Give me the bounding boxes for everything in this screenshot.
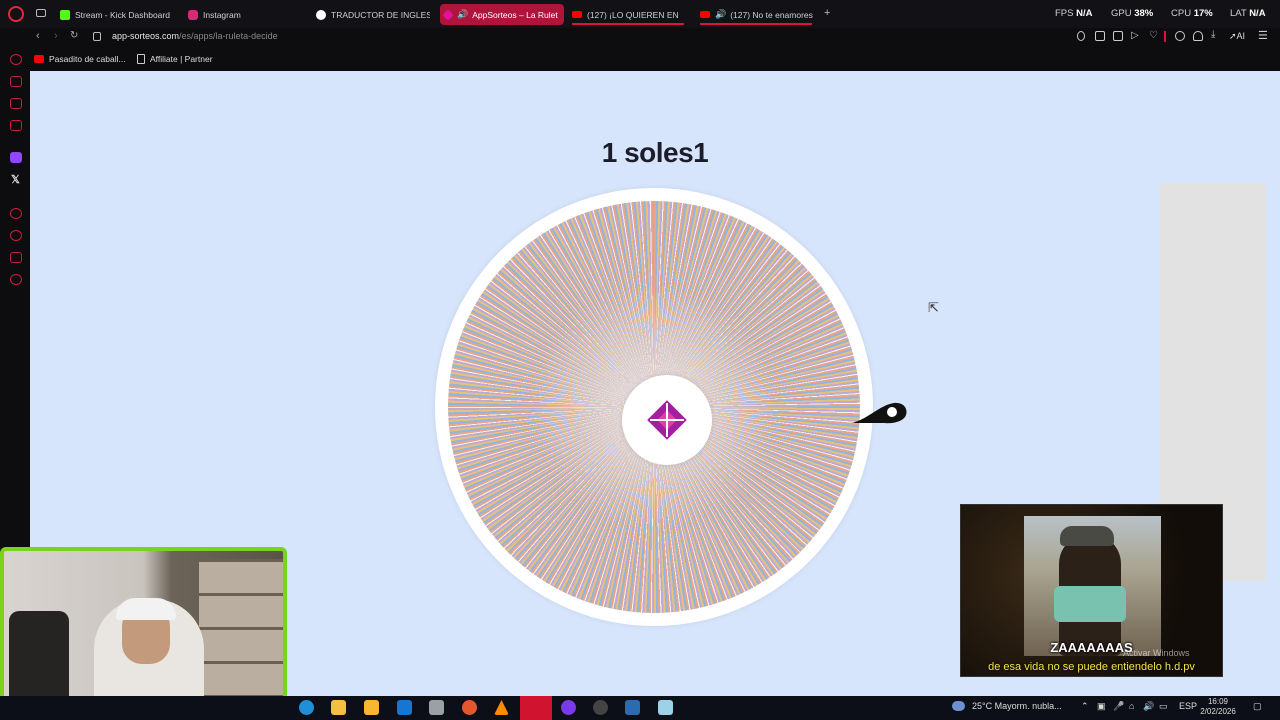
store-icon[interactable] — [364, 700, 379, 715]
volume-icon[interactable]: 🔊 — [1143, 701, 1154, 712]
menu-icon[interactable]: ☰ — [1258, 29, 1268, 42]
bookmark-item[interactable]: Affiliate | Partner — [137, 54, 213, 64]
home-icon[interactable] — [10, 54, 22, 65]
outlook-icon[interactable] — [397, 700, 412, 715]
tab-bar: Stream - Kick Dashboard Instagram TRADUC… — [0, 0, 1280, 28]
gpu-stat: GPU 38% — [1111, 8, 1154, 19]
heart-icon[interactable]: ♡ — [1149, 30, 1158, 41]
messenger-icon[interactable] — [10, 98, 22, 109]
cpu-stat: CPU 17% — [1171, 8, 1213, 19]
settings-icon[interactable] — [10, 274, 22, 285]
firefox-icon[interactable] — [462, 700, 477, 715]
discord-icon[interactable] — [561, 700, 576, 715]
obs-icon[interactable] — [593, 700, 608, 715]
workspaces-icon[interactable] — [36, 9, 46, 17]
taskbar-clock[interactable]: 16:09 2/02/2026 — [1196, 697, 1240, 717]
divider — [1164, 31, 1166, 42]
youtube-icon — [572, 11, 582, 18]
tab-translator[interactable]: TRADUCTOR DE INGLES A — [312, 4, 430, 25]
speaker-icon: 🔊 — [715, 9, 727, 19]
history-icon[interactable] — [10, 230, 22, 241]
player-icon[interactable] — [10, 208, 22, 219]
tab-instagram[interactable]: Instagram — [184, 4, 304, 25]
page-icon — [137, 54, 145, 64]
lock-icon — [93, 32, 101, 41]
microphone-icon[interactable]: 🎤 — [1113, 701, 1124, 712]
mouse-cursor-icon: ⇱ — [928, 300, 939, 315]
youtube-icon — [700, 11, 710, 18]
hat-figure — [1060, 526, 1114, 546]
tab-kick[interactable]: Stream - Kick Dashboard — [56, 4, 181, 25]
back-icon[interactable]: ‹ — [36, 30, 40, 42]
snapshot-icon[interactable] — [1095, 31, 1105, 41]
opera-menu-icon[interactable] — [8, 6, 24, 22]
twitch-icon[interactable] — [10, 152, 22, 163]
fps-stat: FPS N/A — [1055, 8, 1093, 19]
tray-icon[interactable]: ▣ — [1097, 701, 1106, 712]
windows-activation-watermark: Activar Windows — [1123, 648, 1190, 658]
towel-figure — [1054, 586, 1126, 622]
overlay-photo — [1024, 516, 1161, 656]
google-icon — [316, 9, 326, 20]
send-icon: ➚ — [1229, 31, 1237, 41]
download-icon[interactable]: ⤓ — [1211, 29, 1215, 40]
wheel-segments[interactable] — [448, 201, 860, 613]
tab-youtube-2[interactable]: 🔊 (127) No te enamores — [696, 4, 816, 25]
mail-icon[interactable] — [10, 120, 22, 131]
language-indicator[interactable]: ESP — [1179, 701, 1197, 711]
address-bar: ‹ › ↻ app-sorteos.com/es/apps/la-ruleta-… — [0, 28, 1280, 46]
extensions-icon[interactable] — [10, 252, 22, 263]
tab-appsorteos[interactable]: 🔊 AppSorteos – La Rulet — [440, 4, 564, 25]
calculator-icon[interactable] — [625, 700, 640, 715]
app-icon[interactable] — [429, 700, 444, 715]
network-icon[interactable]: ⌂ — [1129, 701, 1134, 711]
forward-icon[interactable]: › — [54, 30, 58, 42]
bookmark-item[interactable]: Pasadito de caball... — [34, 54, 126, 64]
weather-widget[interactable]: 25°C Mayorm. nubla... — [952, 701, 1062, 711]
wheel-title: 1 soles1 — [601, 137, 709, 168]
file-explorer-icon[interactable] — [331, 700, 346, 715]
notepad-icon[interactable] — [658, 700, 673, 715]
bag-icon[interactable] — [10, 76, 22, 87]
instagram-icon — [188, 9, 198, 20]
edge-icon[interactable] — [299, 700, 314, 715]
kick-icon — [60, 9, 70, 20]
aria-ai-button[interactable]: ➚AI — [1229, 31, 1245, 42]
profile-icon[interactable] — [1193, 31, 1203, 41]
tab-underline — [572, 23, 684, 25]
pin-icon[interactable] — [1077, 31, 1085, 41]
shield-icon[interactable] — [1113, 31, 1123, 41]
overlay-subtitle: de esa vida no se puede entiendelo h.d.p… — [988, 661, 1195, 673]
appsorteos-icon — [442, 8, 454, 21]
reload-icon[interactable]: ↻ — [70, 30, 78, 41]
appsorteos-logo-icon — [647, 400, 687, 440]
vlc-icon[interactable] — [494, 700, 509, 715]
play-icon[interactable]: ▷ — [1131, 30, 1139, 41]
wheel-pointer-icon — [852, 402, 907, 424]
speaker-icon: 🔊 — [457, 9, 469, 19]
battery-icon[interactable]: ▭ — [1159, 701, 1168, 712]
lat-stat: LAT N/A — [1230, 8, 1266, 19]
url-field[interactable]: app-sorteos.com/es/apps/la-ruleta-decide — [112, 31, 278, 41]
wheel-spin-button[interactable] — [622, 375, 712, 465]
extensions-icon[interactable] — [1175, 31, 1185, 41]
tab-underline — [700, 23, 812, 25]
chevron-up-icon[interactable]: ⌃ — [1081, 701, 1089, 712]
notification-icon[interactable]: ▢ — [1253, 701, 1262, 712]
shelf-figure — [199, 559, 283, 714]
tab-youtube-1[interactable]: (127) ¡LO QUIEREN EN — [568, 4, 688, 25]
opera-taskbar-icon[interactable] — [520, 696, 552, 720]
cloud-icon — [952, 701, 965, 711]
webcam-overlay — [0, 547, 287, 718]
roulette-wheel[interactable] — [435, 188, 873, 626]
youtube-icon — [34, 55, 44, 63]
x-icon[interactable]: 𝕏 — [11, 173, 20, 186]
bookmarks-bar: Pasadito de caball... Affiliate | Partne… — [0, 50, 1280, 68]
new-tab-button[interactable]: + — [824, 7, 830, 19]
streamer-cap — [116, 598, 176, 620]
